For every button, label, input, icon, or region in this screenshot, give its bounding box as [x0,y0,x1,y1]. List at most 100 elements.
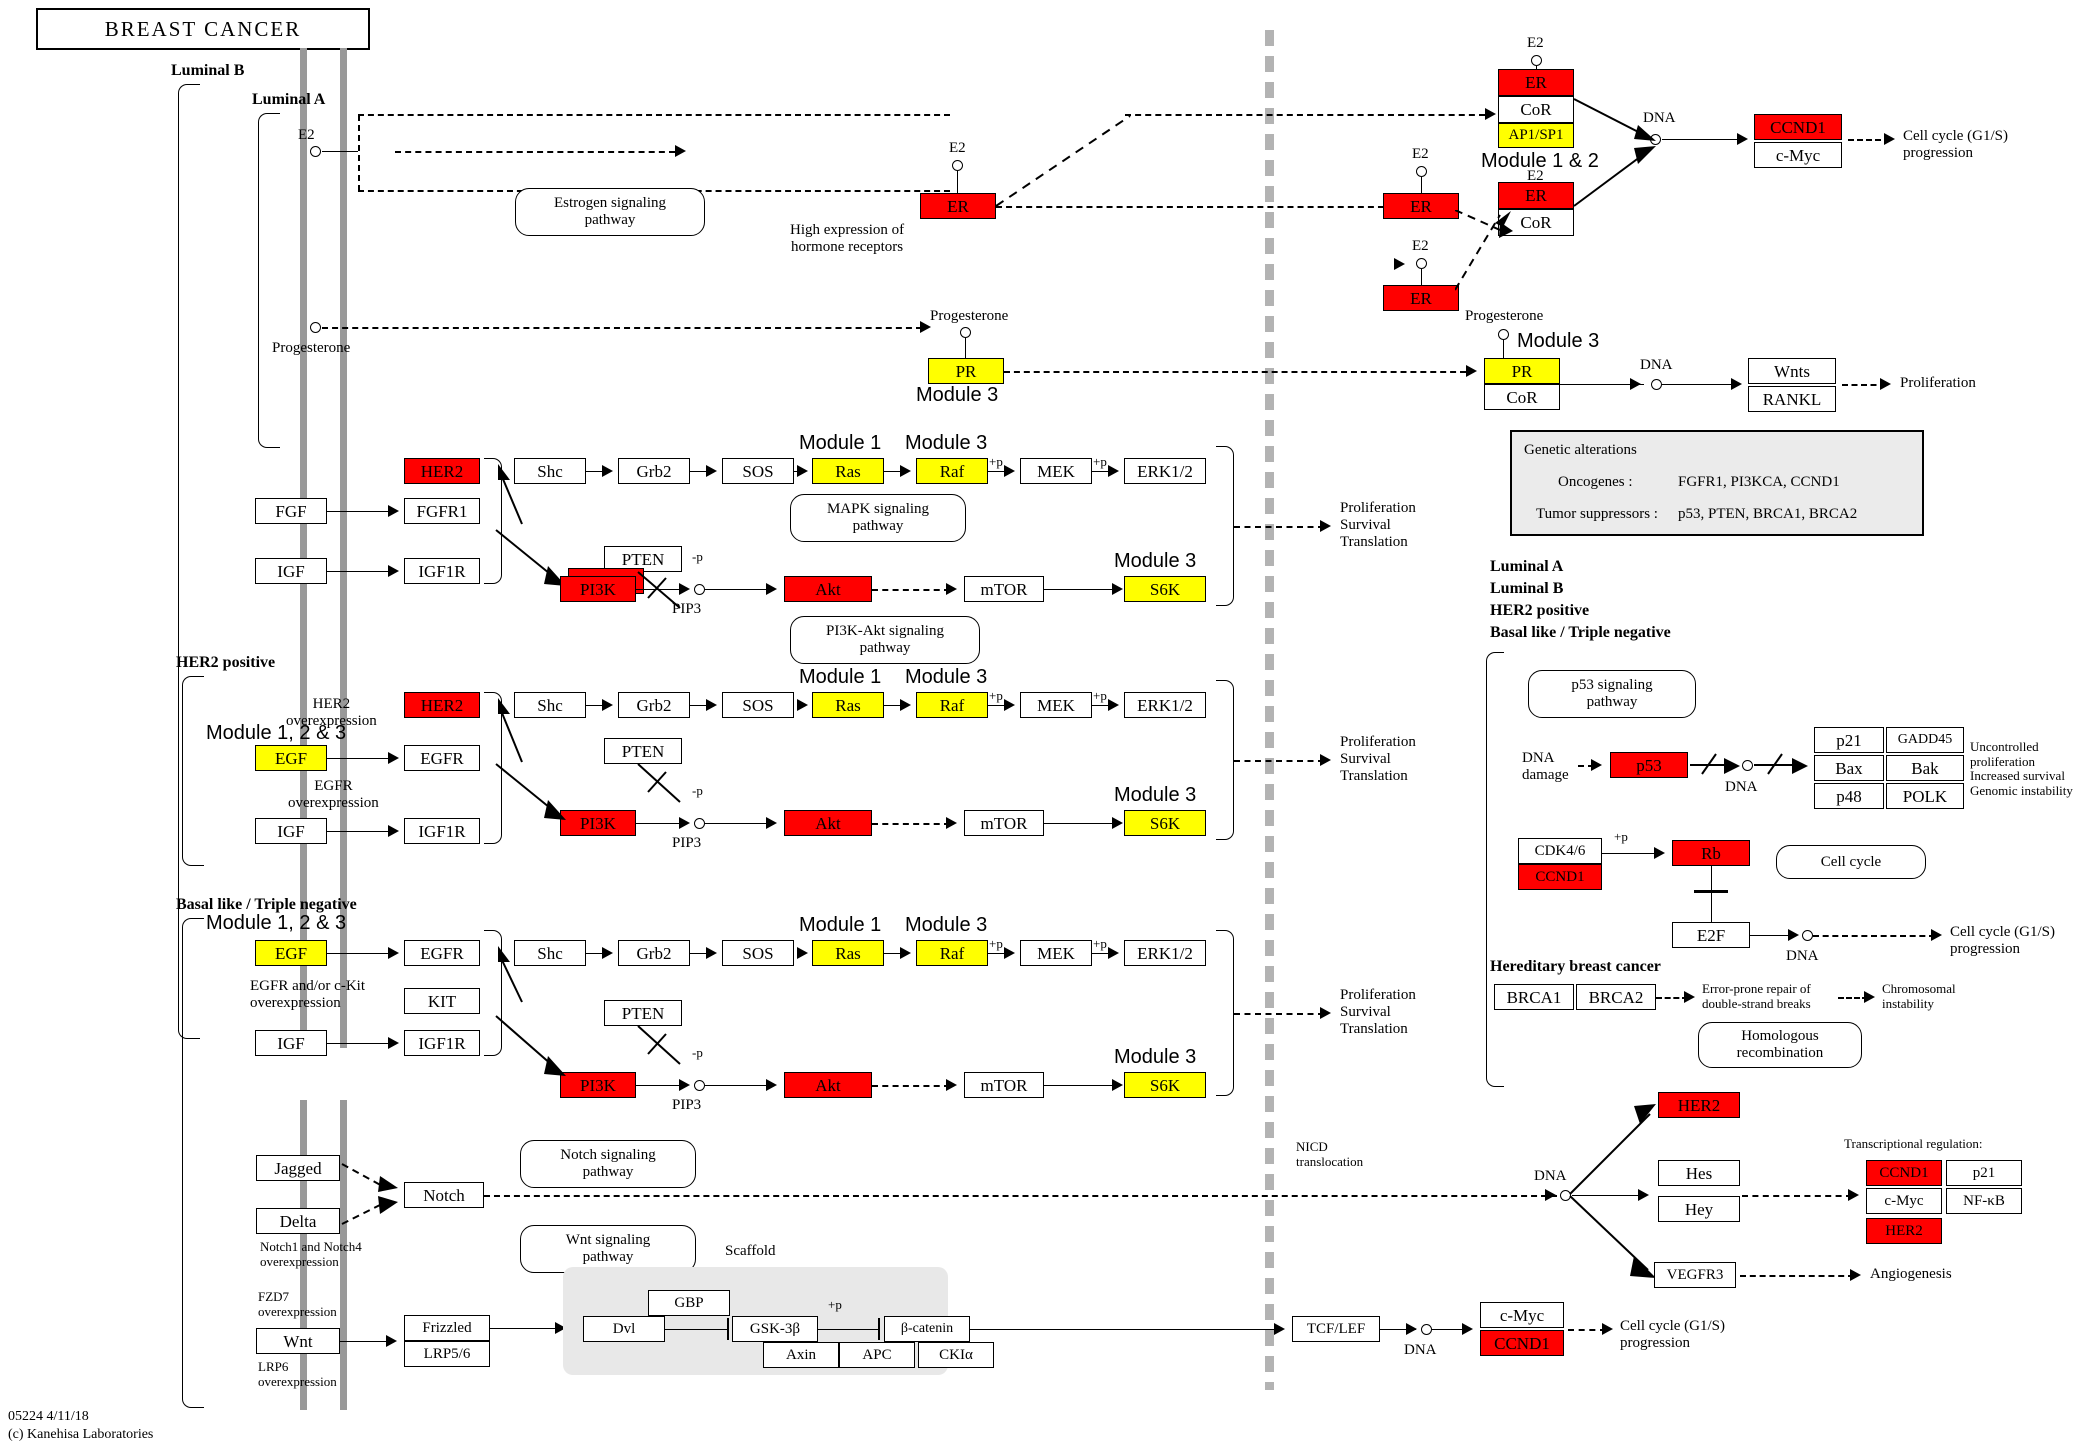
node-fgfr1[interactable]: FGFR1 [404,498,480,524]
node-notch[interactable]: Notch [404,1182,484,1208]
node-igf1r-row3[interactable]: IGF1R [404,1030,480,1056]
node-rankl[interactable]: RANKL [1748,386,1836,412]
homologous-recombination-capsule[interactable]: Homologous recombination [1698,1022,1862,1068]
node-cor-pr-nuc[interactable]: CoR [1484,384,1560,410]
node-igf-row2[interactable]: IGF [255,818,327,844]
node-fgf[interactable]: FGF [255,498,327,524]
node-pr-cyto[interactable]: PR [928,358,1004,384]
node-bak[interactable]: Bak [1886,755,1964,781]
node-mtor-2[interactable]: mTOR [964,810,1044,836]
node-gbp[interactable]: GBP [648,1290,730,1316]
node-raf-2[interactable]: Raf [916,692,988,718]
cell-cycle-capsule[interactable]: Cell cycle [1776,845,1926,879]
node-p21-notch[interactable]: p21 [1946,1160,2022,1186]
node-p21-p53[interactable]: p21 [1814,727,1884,753]
node-egf-row3[interactable]: EGF [255,940,327,966]
node-dvl[interactable]: Dvl [583,1316,665,1342]
node-s6k-2[interactable]: S6K [1124,810,1206,836]
node-p53[interactable]: p53 [1610,752,1688,778]
node-sos-3[interactable]: SOS [722,940,794,966]
node-ccnd1-top[interactable]: CCND1 [1754,114,1842,140]
node-pi3k-luminal[interactable]: PI3K [560,576,636,602]
node-er-nuc-low[interactable]: ER [1383,285,1459,311]
node-polk[interactable]: POLK [1886,783,1964,809]
node-bcatenin[interactable]: β-catenin [884,1316,970,1342]
node-igf-luminal[interactable]: IGF [255,558,327,584]
node-akt-2[interactable]: Akt [784,810,872,836]
node-pten-3[interactable]: PTEN [604,1000,682,1026]
node-egfr-row2[interactable]: EGFR [404,745,480,771]
node-frizzled[interactable]: Frizzled [404,1315,490,1341]
wnt-pathway-capsule[interactable]: Wnt signaling pathway [520,1225,696,1273]
node-mtor-3[interactable]: mTOR [964,1072,1044,1098]
node-erk-2[interactable]: ERK1/2 [1124,692,1206,718]
node-igf1r-luminal[interactable]: IGF1R [404,558,480,584]
node-mek-3[interactable]: MEK [1020,940,1092,966]
node-igf-row3[interactable]: IGF [255,1030,327,1056]
notch-pathway-capsule[interactable]: Notch signaling pathway [520,1140,696,1188]
node-brca1[interactable]: BRCA1 [1494,984,1574,1010]
node-axin[interactable]: Axin [763,1342,839,1368]
node-er-complex-top[interactable]: ER [1498,69,1574,96]
node-cmyc-notch[interactable]: c-Myc [1866,1188,1942,1214]
node-s6k-3[interactable]: S6K [1124,1072,1206,1098]
node-her2-notch[interactable]: HER2 [1658,1092,1740,1118]
p53-pathway-capsule[interactable]: p53 signaling pathway [1528,670,1696,718]
node-ccnd1-notch[interactable]: CCND1 [1866,1160,1942,1186]
node-pr-nuc[interactable]: PR [1484,358,1560,384]
mapk-pathway-capsule-1[interactable]: MAPK signaling pathway [790,494,966,542]
node-her2-target[interactable]: HER2 [1866,1218,1942,1244]
node-kit[interactable]: KIT [404,988,480,1014]
node-wnts[interactable]: Wnts [1748,358,1836,384]
node-cor-complex-top[interactable]: CoR [1498,96,1574,123]
node-apc[interactable]: APC [839,1342,915,1368]
node-grb2-2[interactable]: Grb2 [618,692,690,718]
node-raf-1[interactable]: Raf [916,458,988,484]
node-cdk46[interactable]: CDK4/6 [1518,838,1602,864]
node-grb2-3[interactable]: Grb2 [618,940,690,966]
node-gadd45[interactable]: GADD45 [1886,727,1964,753]
node-sos-2[interactable]: SOS [722,692,794,718]
node-akt-1[interactable]: Akt [784,576,872,602]
node-ckia[interactable]: CKIα [918,1342,994,1368]
node-her2-row2[interactable]: HER2 [404,692,480,718]
node-cmyc-top[interactable]: c-Myc [1754,142,1842,168]
node-er-cyto[interactable]: ER [920,193,996,219]
node-cmyc-wnt[interactable]: c-Myc [1480,1302,1564,1328]
node-wnt[interactable]: Wnt [256,1328,340,1354]
node-e2f[interactable]: E2F [1672,922,1750,948]
node-er-nuc-mid[interactable]: ER [1383,193,1459,219]
node-jagged[interactable]: Jagged [256,1155,340,1181]
node-pten-2[interactable]: PTEN [604,738,682,764]
node-gsk3b[interactable]: GSK-3β [732,1316,818,1342]
node-erk-3[interactable]: ERK1/2 [1124,940,1206,966]
node-her2-luminal[interactable]: HER2 [404,458,480,484]
node-ccnd1-p53[interactable]: CCND1 [1518,864,1602,890]
node-egfr-row3[interactable]: EGFR [404,940,480,966]
node-nfkb[interactable]: NF-κB [1946,1188,2022,1214]
node-hes[interactable]: Hes [1658,1160,1740,1186]
node-raf-3[interactable]: Raf [916,940,988,966]
node-rb[interactable]: Rb [1672,840,1750,866]
node-ap1sp1[interactable]: AP1/SP1 [1498,123,1574,148]
node-s6k-1[interactable]: S6K [1124,576,1206,602]
node-mtor-1[interactable]: mTOR [964,576,1044,602]
node-ras-3[interactable]: Ras [812,940,884,966]
node-ras-1[interactable]: Ras [812,458,884,484]
node-sos-1[interactable]: SOS [722,458,794,484]
node-delta[interactable]: Delta [256,1208,340,1234]
node-mek-1[interactable]: MEK [1020,458,1092,484]
node-ras-2[interactable]: Ras [812,692,884,718]
pi3k-pathway-capsule-1[interactable]: PI3K-Akt signaling pathway [790,616,980,664]
node-bax[interactable]: Bax [1814,755,1884,781]
node-brca2[interactable]: BRCA2 [1576,984,1656,1010]
node-mek-2[interactable]: MEK [1020,692,1092,718]
estrogen-signaling-pathway-capsule[interactable]: Estrogen signaling pathway [515,188,705,236]
node-p48[interactable]: p48 [1814,783,1884,809]
node-akt-3[interactable]: Akt [784,1072,872,1098]
node-grb2-1[interactable]: Grb2 [618,458,690,484]
node-vegfr3[interactable]: VEGFR3 [1654,1262,1736,1288]
node-erk-1[interactable]: ERK1/2 [1124,458,1206,484]
node-ccnd1-wnt[interactable]: CCND1 [1480,1330,1564,1356]
node-igf1r-row2[interactable]: IGF1R [404,818,480,844]
